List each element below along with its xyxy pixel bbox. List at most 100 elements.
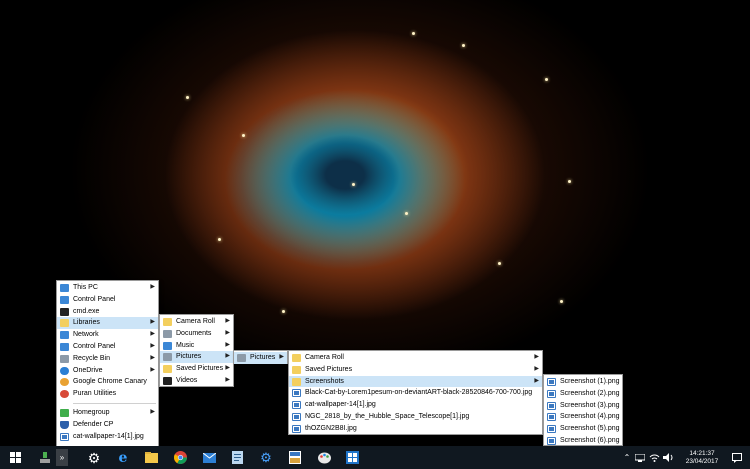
image-file-icon bbox=[547, 389, 556, 398]
mail-icon[interactable] bbox=[199, 449, 219, 466]
libraries-icon bbox=[60, 319, 69, 328]
screenshots-menu: Screenshot (1).png Screenshot (2).png Sc… bbox=[543, 374, 623, 446]
videos-icon bbox=[163, 376, 172, 385]
toolbar-expand-button[interactable]: » bbox=[56, 449, 68, 466]
puran-icon bbox=[60, 390, 69, 399]
start-button[interactable] bbox=[6, 449, 24, 466]
submenu-arrow-icon: ▶ bbox=[150, 342, 155, 349]
image-file-icon bbox=[547, 425, 556, 434]
documents-icon bbox=[163, 329, 172, 338]
menu-item-network[interactable]: Network ▶ bbox=[57, 329, 158, 341]
toolbar-network-icon[interactable] bbox=[38, 449, 52, 466]
menu-item-saved-pictures[interactable]: Saved Pictures ▶ bbox=[160, 363, 233, 375]
submenu-arrow-icon: ▶ bbox=[150, 319, 155, 326]
submenu-arrow-icon: ▶ bbox=[225, 365, 230, 372]
image-file-icon bbox=[547, 401, 556, 410]
network-icon bbox=[60, 331, 69, 340]
clock-date: 23/04/2017 bbox=[685, 457, 719, 465]
folder-icon bbox=[292, 354, 301, 362]
menu-item-recycle-bin[interactable]: Recycle Bin ▶ bbox=[57, 353, 158, 365]
menu-item-screenshot-5[interactable]: Screenshot (5).png bbox=[544, 423, 622, 435]
store-icon[interactable] bbox=[342, 449, 362, 466]
action-center-icon[interactable] bbox=[730, 446, 744, 469]
system-tools-gear-icon[interactable]: ⚙ bbox=[256, 449, 276, 466]
control-panel-icon bbox=[60, 295, 69, 304]
menu-item-libraries[interactable]: Libraries ▶ bbox=[57, 317, 158, 330]
folder-icon bbox=[292, 365, 301, 374]
image-file-icon bbox=[547, 413, 556, 422]
menu-item-black-cat-jpg[interactable]: Black-Cat-by-Lorem1pesum-on-deviantART-b… bbox=[289, 387, 542, 399]
wifi-icon[interactable] bbox=[648, 446, 660, 469]
menu-item-pictures-folder[interactable]: Pictures ▶ bbox=[234, 352, 287, 364]
pictures-library-menu: Pictures ▶ bbox=[233, 350, 288, 364]
control-panel-icon bbox=[60, 342, 69, 351]
menu-item-screenshot-2[interactable]: Screenshot (2).png bbox=[544, 388, 622, 400]
menu-item-camera-roll[interactable]: Camera Roll ▶ bbox=[160, 316, 233, 328]
menu-item-ngc-jpg[interactable]: NGC_2818_by_the_Hubble_Space_Telescope[1… bbox=[289, 411, 542, 423]
image-file-icon bbox=[547, 378, 556, 386]
windows-logo-icon bbox=[9, 452, 21, 463]
image-file-icon bbox=[292, 424, 301, 433]
menu-item-music[interactable]: Music ▶ bbox=[160, 340, 233, 352]
submenu-arrow-icon: ▶ bbox=[534, 354, 539, 360]
double-chevron-icon: » bbox=[59, 453, 65, 462]
show-hidden-icons-chevron-icon[interactable]: ⌃ bbox=[622, 446, 632, 469]
pictures-icon bbox=[163, 353, 172, 362]
submenu-arrow-icon: ▶ bbox=[225, 341, 230, 348]
menu-item-cat-wallpaper-jpg[interactable]: cat-wallpaper-14[1].jpg bbox=[289, 399, 542, 411]
music-icon bbox=[163, 341, 172, 350]
file-explorer-icon[interactable] bbox=[141, 449, 161, 466]
submenu-arrow-icon: ▶ bbox=[279, 354, 284, 360]
menu-item-screenshot-1[interactable]: Screenshot (1).png bbox=[544, 376, 622, 388]
menu-item-screenshot-3[interactable]: Screenshot (3).png bbox=[544, 400, 622, 412]
computer-icon bbox=[60, 284, 69, 292]
menu-item-thozgn-jpg[interactable]: thOZGN2B8I.jpg bbox=[289, 423, 542, 435]
submenu-arrow-icon: ▶ bbox=[225, 353, 230, 360]
menu-item-puran-utilities[interactable]: Puran Utilities bbox=[57, 388, 158, 400]
menu-item-cat-wallpaper[interactable]: cat-wallpaper-14[1].jpg bbox=[57, 431, 158, 443]
saved-pictures-icon bbox=[163, 365, 172, 374]
image-file-icon bbox=[292, 401, 301, 410]
settings-gear-icon[interactable]: ⚙ bbox=[84, 449, 104, 466]
menu-item-cmd[interactable]: cmd.exe bbox=[57, 306, 158, 318]
root-menu: This PC ▶ Control Panel cmd.exe Libraries… bbox=[56, 280, 159, 447]
menu-item-screenshots-folder[interactable]: Screenshots ▶ bbox=[289, 375, 542, 388]
menu-item-videos[interactable]: Videos ▶ bbox=[160, 375, 233, 387]
submenu-arrow-icon: ▶ bbox=[225, 329, 230, 336]
menu-item-saved-pictures-folder[interactable]: Saved Pictures ▶ bbox=[289, 364, 542, 376]
submenu-arrow-icon: ▶ bbox=[534, 365, 539, 372]
chrome-browser-icon[interactable] bbox=[170, 449, 190, 466]
volume-icon[interactable] bbox=[662, 446, 674, 469]
image-file-icon bbox=[547, 436, 556, 445]
clock-time: 14:21:37 bbox=[689, 449, 715, 457]
menu-item-screenshot-6[interactable]: Screenshot (6).png bbox=[544, 435, 622, 447]
document-viewer-icon[interactable] bbox=[285, 449, 305, 466]
menu-item-documents[interactable]: Documents ▶ bbox=[160, 328, 233, 340]
menu-item-homegroup[interactable]: Homegroup ▶ bbox=[57, 407, 158, 419]
menu-item-camera-roll-folder[interactable]: Camera Roll ▶ bbox=[289, 352, 542, 364]
image-file-icon bbox=[60, 432, 69, 441]
submenu-arrow-icon: ▶ bbox=[150, 284, 155, 290]
submenu-arrow-icon: ▶ bbox=[150, 408, 155, 415]
menu-item-defender-cp[interactable]: Defender CP bbox=[57, 419, 158, 431]
menu-item-control-panel[interactable]: Control Panel bbox=[57, 294, 158, 306]
menu-item-onedrive[interactable]: OneDrive ▶ bbox=[57, 365, 158, 377]
defender-icon bbox=[60, 420, 69, 429]
menu-item-control-panel-sub[interactable]: Control Panel ▶ bbox=[57, 341, 158, 353]
menu-item-screenshot-4[interactable]: Screenshot (4).png bbox=[544, 411, 622, 423]
recycle-bin-icon bbox=[60, 354, 69, 363]
taskbar: » ⚙ e ⚙ ⌃ 14:21:37 23/04/2017 bbox=[0, 446, 750, 469]
chrome-canary-icon bbox=[60, 378, 69, 387]
edge-browser-icon[interactable]: e bbox=[113, 449, 133, 466]
menu-item-pictures[interactable]: Pictures ▶ bbox=[160, 351, 233, 364]
notepad-icon[interactable] bbox=[227, 449, 247, 466]
onedrive-icon bbox=[60, 366, 69, 375]
device-icon[interactable] bbox=[634, 446, 646, 469]
menu-item-this-pc[interactable]: This PC ▶ bbox=[57, 282, 158, 294]
submenu-arrow-icon: ▶ bbox=[225, 376, 230, 383]
submenu-arrow-icon: ▶ bbox=[150, 366, 155, 373]
clock[interactable]: 14:21:37 23/04/2017 bbox=[678, 446, 726, 469]
paint-icon[interactable] bbox=[314, 449, 334, 466]
menu-separator bbox=[73, 402, 156, 404]
menu-item-chrome-canary[interactable]: Google Chrome Canary bbox=[57, 376, 158, 388]
